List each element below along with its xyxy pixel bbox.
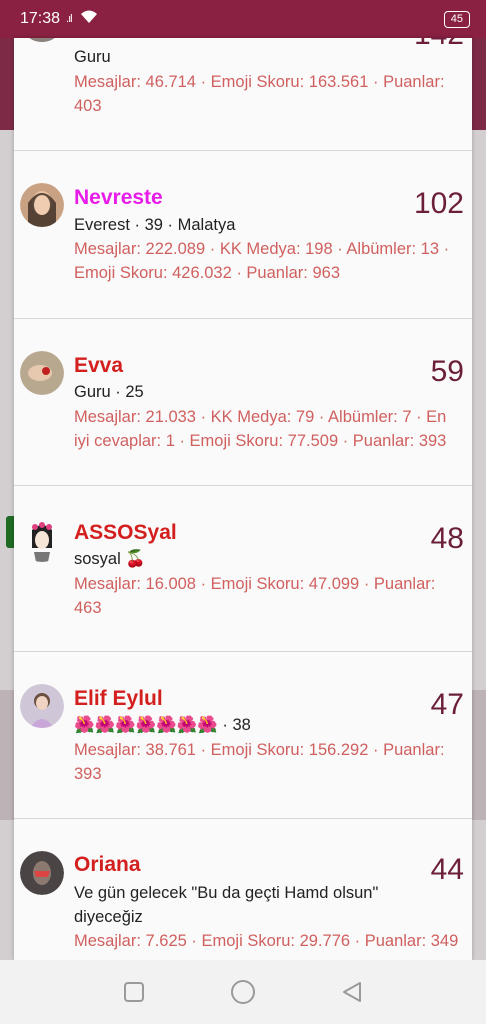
- user-title: Ve gün gelecek "Bu da geçti Hamd olsun" …: [74, 884, 379, 926]
- user-stats: Mesajlar: 222.089 · KK Medya: 198 · Albü…: [74, 240, 450, 282]
- user-stats: Mesajlar: 21.033 · KK Medya: 79 · Albüml…: [74, 408, 447, 450]
- user-name[interactable]: Evva: [74, 354, 123, 378]
- user-title: 🌺🌺🌺🌺🌺🌺🌺 · 38: [74, 716, 251, 734]
- avatar[interactable]: [20, 851, 64, 895]
- avatar[interactable]: [20, 684, 64, 728]
- rank-number: 47: [430, 688, 464, 721]
- battery-icon: 45: [443, 10, 470, 28]
- recents-button[interactable]: [120, 978, 148, 1006]
- user-title: Everest · 39 · Malatya: [74, 216, 236, 234]
- user-stats: Mesajlar: 16.008 · Emoji Skoru: 47.099 ·…: [74, 575, 436, 617]
- rank-number: 142: [414, 38, 464, 52]
- avatar[interactable]: [20, 518, 64, 562]
- rank-number: 48: [430, 522, 464, 555]
- avatar[interactable]: [20, 183, 64, 227]
- user-title: sosyal 🍒: [74, 550, 146, 568]
- wifi-icon: [80, 10, 98, 28]
- user-name[interactable]: Oriana: [74, 853, 141, 877]
- user-name[interactable]: Nevreste: [74, 186, 163, 210]
- rank-number: 44: [430, 853, 464, 886]
- user-stats: Mesajlar: 46.714 · Emoji Skoru: 163.561 …: [74, 73, 445, 115]
- avatar[interactable]: [20, 351, 64, 395]
- user-title: Guru · 25: [74, 383, 144, 401]
- system-nav-bar: [0, 960, 486, 1024]
- list-item[interactable]: Nevreste 102 Everest · 39 · Malatya Mesa…: [14, 151, 472, 319]
- home-button[interactable]: [229, 978, 257, 1006]
- user-stats: Mesajlar: 38.761 · Emoji Skoru: 156.292 …: [74, 741, 445, 783]
- signal-icon: .ıl: [66, 13, 72, 25]
- rank-number: 102: [413, 187, 464, 220]
- leaderboard-panel[interactable]: 142 Guru Mesajlar: 46.714 · Emoji Skoru:…: [14, 38, 472, 960]
- user-name[interactable]: ASSOSyal: [74, 521, 177, 545]
- list-item[interactable]: 142 Guru Mesajlar: 46.714 · Emoji Skoru:…: [14, 38, 472, 151]
- list-item[interactable]: Oriana 44 Ve gün gelecek "Bu da geçti Ha…: [14, 819, 472, 960]
- list-item[interactable]: Evva 59 Guru · 25 Mesajlar: 21.033 · KK …: [14, 319, 472, 486]
- rank-number: 59: [430, 355, 464, 388]
- list-item[interactable]: ASSOSyal 48 sosyal 🍒 Mesajlar: 16.008 · …: [14, 486, 472, 652]
- status-time: 17:38: [20, 10, 61, 27]
- back-button[interactable]: [338, 978, 366, 1006]
- status-bar: 17:38 .ıl 45: [0, 0, 486, 38]
- list-item[interactable]: Elif Eylul 47 🌺🌺🌺🌺🌺🌺🌺 · 38 Mesajlar: 38.…: [14, 652, 472, 819]
- user-stats: Mesajlar: 7.625 · Emoji Skoru: 29.776 · …: [74, 932, 459, 950]
- user-name[interactable]: Elif Eylul: [74, 687, 163, 711]
- user-title: Guru: [74, 48, 111, 66]
- avatar[interactable]: [20, 38, 64, 42]
